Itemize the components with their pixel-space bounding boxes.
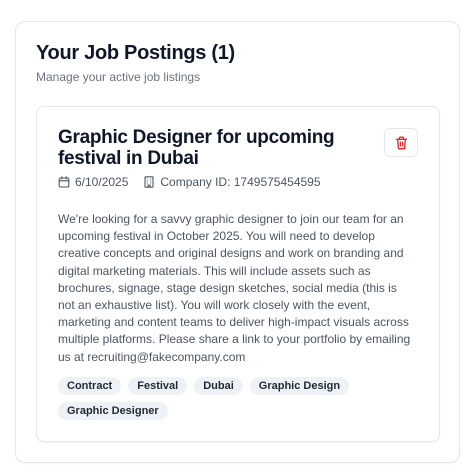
job-meta: 6/10/2025 Company ID: 1749575454595 (58, 175, 321, 189)
job-posting-card: Graphic Designer for upcoming festival i… (36, 106, 440, 442)
tag: Graphic Design (249, 377, 350, 395)
delete-job-button[interactable] (384, 128, 418, 157)
posted-date-text: 6/10/2025 (75, 175, 129, 189)
tag: Dubai (194, 377, 243, 395)
tag: Graphic Designer (58, 402, 168, 420)
section-subtitle: Manage your active job listings (36, 70, 201, 84)
company-id: Company ID: 1749575454595 (143, 175, 321, 189)
section-title: Your Job Postings (1) (36, 42, 235, 64)
trash-icon (395, 135, 408, 150)
building-icon (143, 176, 160, 188)
calendar-icon (58, 176, 75, 188)
company-id-text: Company ID: 1749575454595 (160, 175, 321, 189)
job-postings-card: Your Job Postings (1) Manage your active… (15, 21, 460, 463)
tag: Festival (128, 377, 188, 395)
tag: Contract (58, 377, 122, 395)
job-description: We're looking for a savvy graphic design… (58, 212, 411, 364)
posted-date: 6/10/2025 (58, 175, 128, 189)
job-tags: Contract Festival Dubai Graphic Design G… (58, 377, 414, 420)
job-title: Graphic Designer for upcoming festival i… (58, 127, 335, 169)
